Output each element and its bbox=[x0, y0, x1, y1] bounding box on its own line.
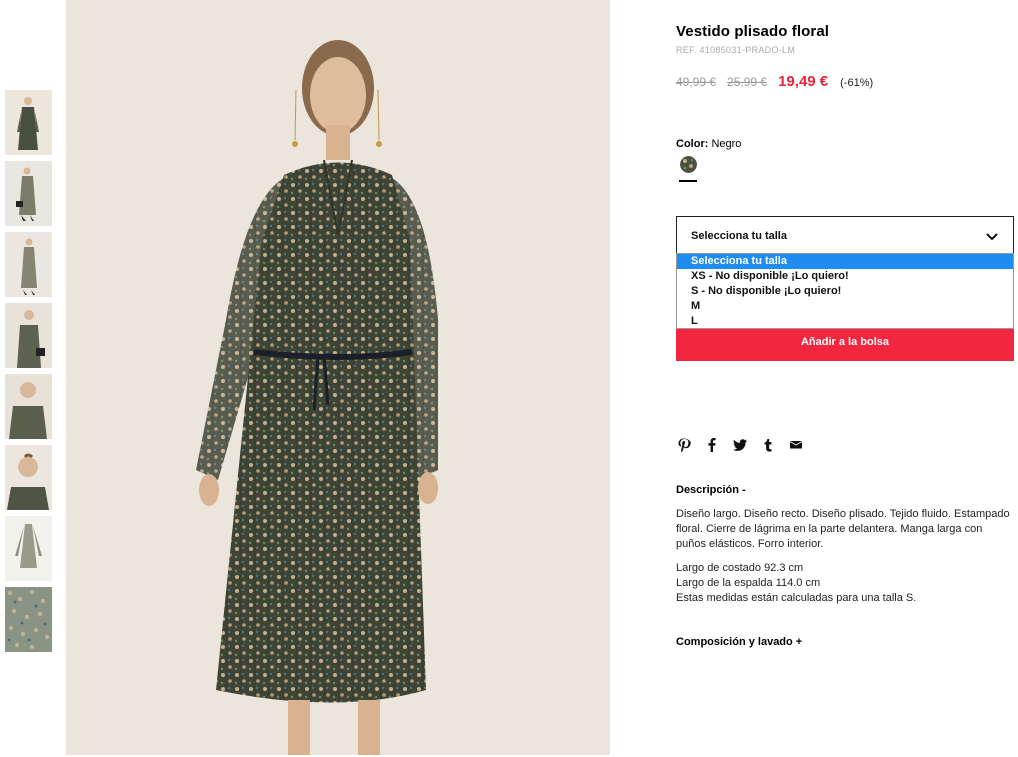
chevron-down-icon bbox=[986, 233, 998, 241]
current-price: 19,49 € bbox=[778, 73, 829, 90]
original-price: 49,99 € bbox=[676, 75, 717, 89]
thumbnail-5[interactable] bbox=[5, 374, 52, 439]
thumbnail-7[interactable] bbox=[5, 516, 52, 581]
thumbnail-3[interactable] bbox=[5, 232, 52, 297]
description-paragraph: Diseño largo. Diseño recto. Diseño plisa… bbox=[676, 508, 1010, 550]
measure-espalda: Largo de la espalda 114.0 cm bbox=[676, 577, 821, 589]
color-label: Color: bbox=[676, 138, 709, 150]
previous-price: 25,99 € bbox=[727, 75, 768, 89]
tumblr-icon[interactable] bbox=[760, 437, 776, 453]
size-option-placeholder[interactable]: Selecciona tu talla bbox=[677, 254, 1013, 269]
thumbnail-6[interactable] bbox=[5, 445, 52, 510]
facebook-icon[interactable] bbox=[704, 437, 720, 453]
composition-toggle[interactable]: Composición y lavado + bbox=[676, 636, 802, 648]
description-body: Diseño largo. Diseño recto. Diseño plisa… bbox=[676, 507, 1014, 606]
selected-swatch-indicator bbox=[679, 180, 697, 182]
size-option-s[interactable]: S - No disponible ¡Lo quiero! bbox=[677, 284, 1013, 299]
product-reference: REF. 41085031-PRADO-LM bbox=[676, 45, 796, 55]
main-product-image[interactable] bbox=[66, 0, 610, 755]
size-option-m[interactable]: M bbox=[677, 299, 1013, 314]
add-to-bag-button[interactable]: Añadir a la bolsa bbox=[676, 325, 1014, 361]
size-option-xs[interactable]: XS - No disponible ¡Lo quiero! bbox=[677, 269, 1013, 284]
color-swatch-negro[interactable] bbox=[680, 156, 697, 173]
size-option-l[interactable]: L bbox=[677, 314, 1013, 329]
pinterest-icon[interactable] bbox=[676, 437, 692, 453]
size-select-value: Selecciona tu talla bbox=[691, 230, 787, 242]
email-icon[interactable] bbox=[788, 437, 804, 453]
share-icons bbox=[676, 437, 804, 453]
size-dropdown-list: Selecciona tu talla XS - No disponible ¡… bbox=[676, 253, 1014, 329]
thumbnail-2[interactable] bbox=[5, 161, 52, 226]
size-select[interactable]: Selecciona tu talla bbox=[676, 216, 1014, 254]
measure-note: Estas medidas están calculadas para una … bbox=[676, 592, 917, 604]
thumbnail-8[interactable] bbox=[5, 587, 52, 652]
discount-badge: (-61%) bbox=[840, 77, 874, 89]
description-toggle[interactable]: Descripción - bbox=[676, 484, 746, 496]
color-label-row: Color: Negro bbox=[676, 138, 741, 150]
model-dress-illustration bbox=[66, 0, 610, 755]
price-row: 49,99 € 25,99 € 19,49 € (-61%) bbox=[676, 73, 873, 90]
thumbnail-strip bbox=[5, 90, 52, 658]
thumbnail-1[interactable] bbox=[5, 90, 52, 155]
thumbnail-4[interactable] bbox=[5, 303, 52, 368]
twitter-icon[interactable] bbox=[732, 437, 748, 453]
measure-costado: Largo de costado 92.3 cm bbox=[676, 562, 804, 574]
color-value: Negro bbox=[711, 138, 742, 150]
product-title: Vestido plisado floral bbox=[676, 23, 830, 40]
